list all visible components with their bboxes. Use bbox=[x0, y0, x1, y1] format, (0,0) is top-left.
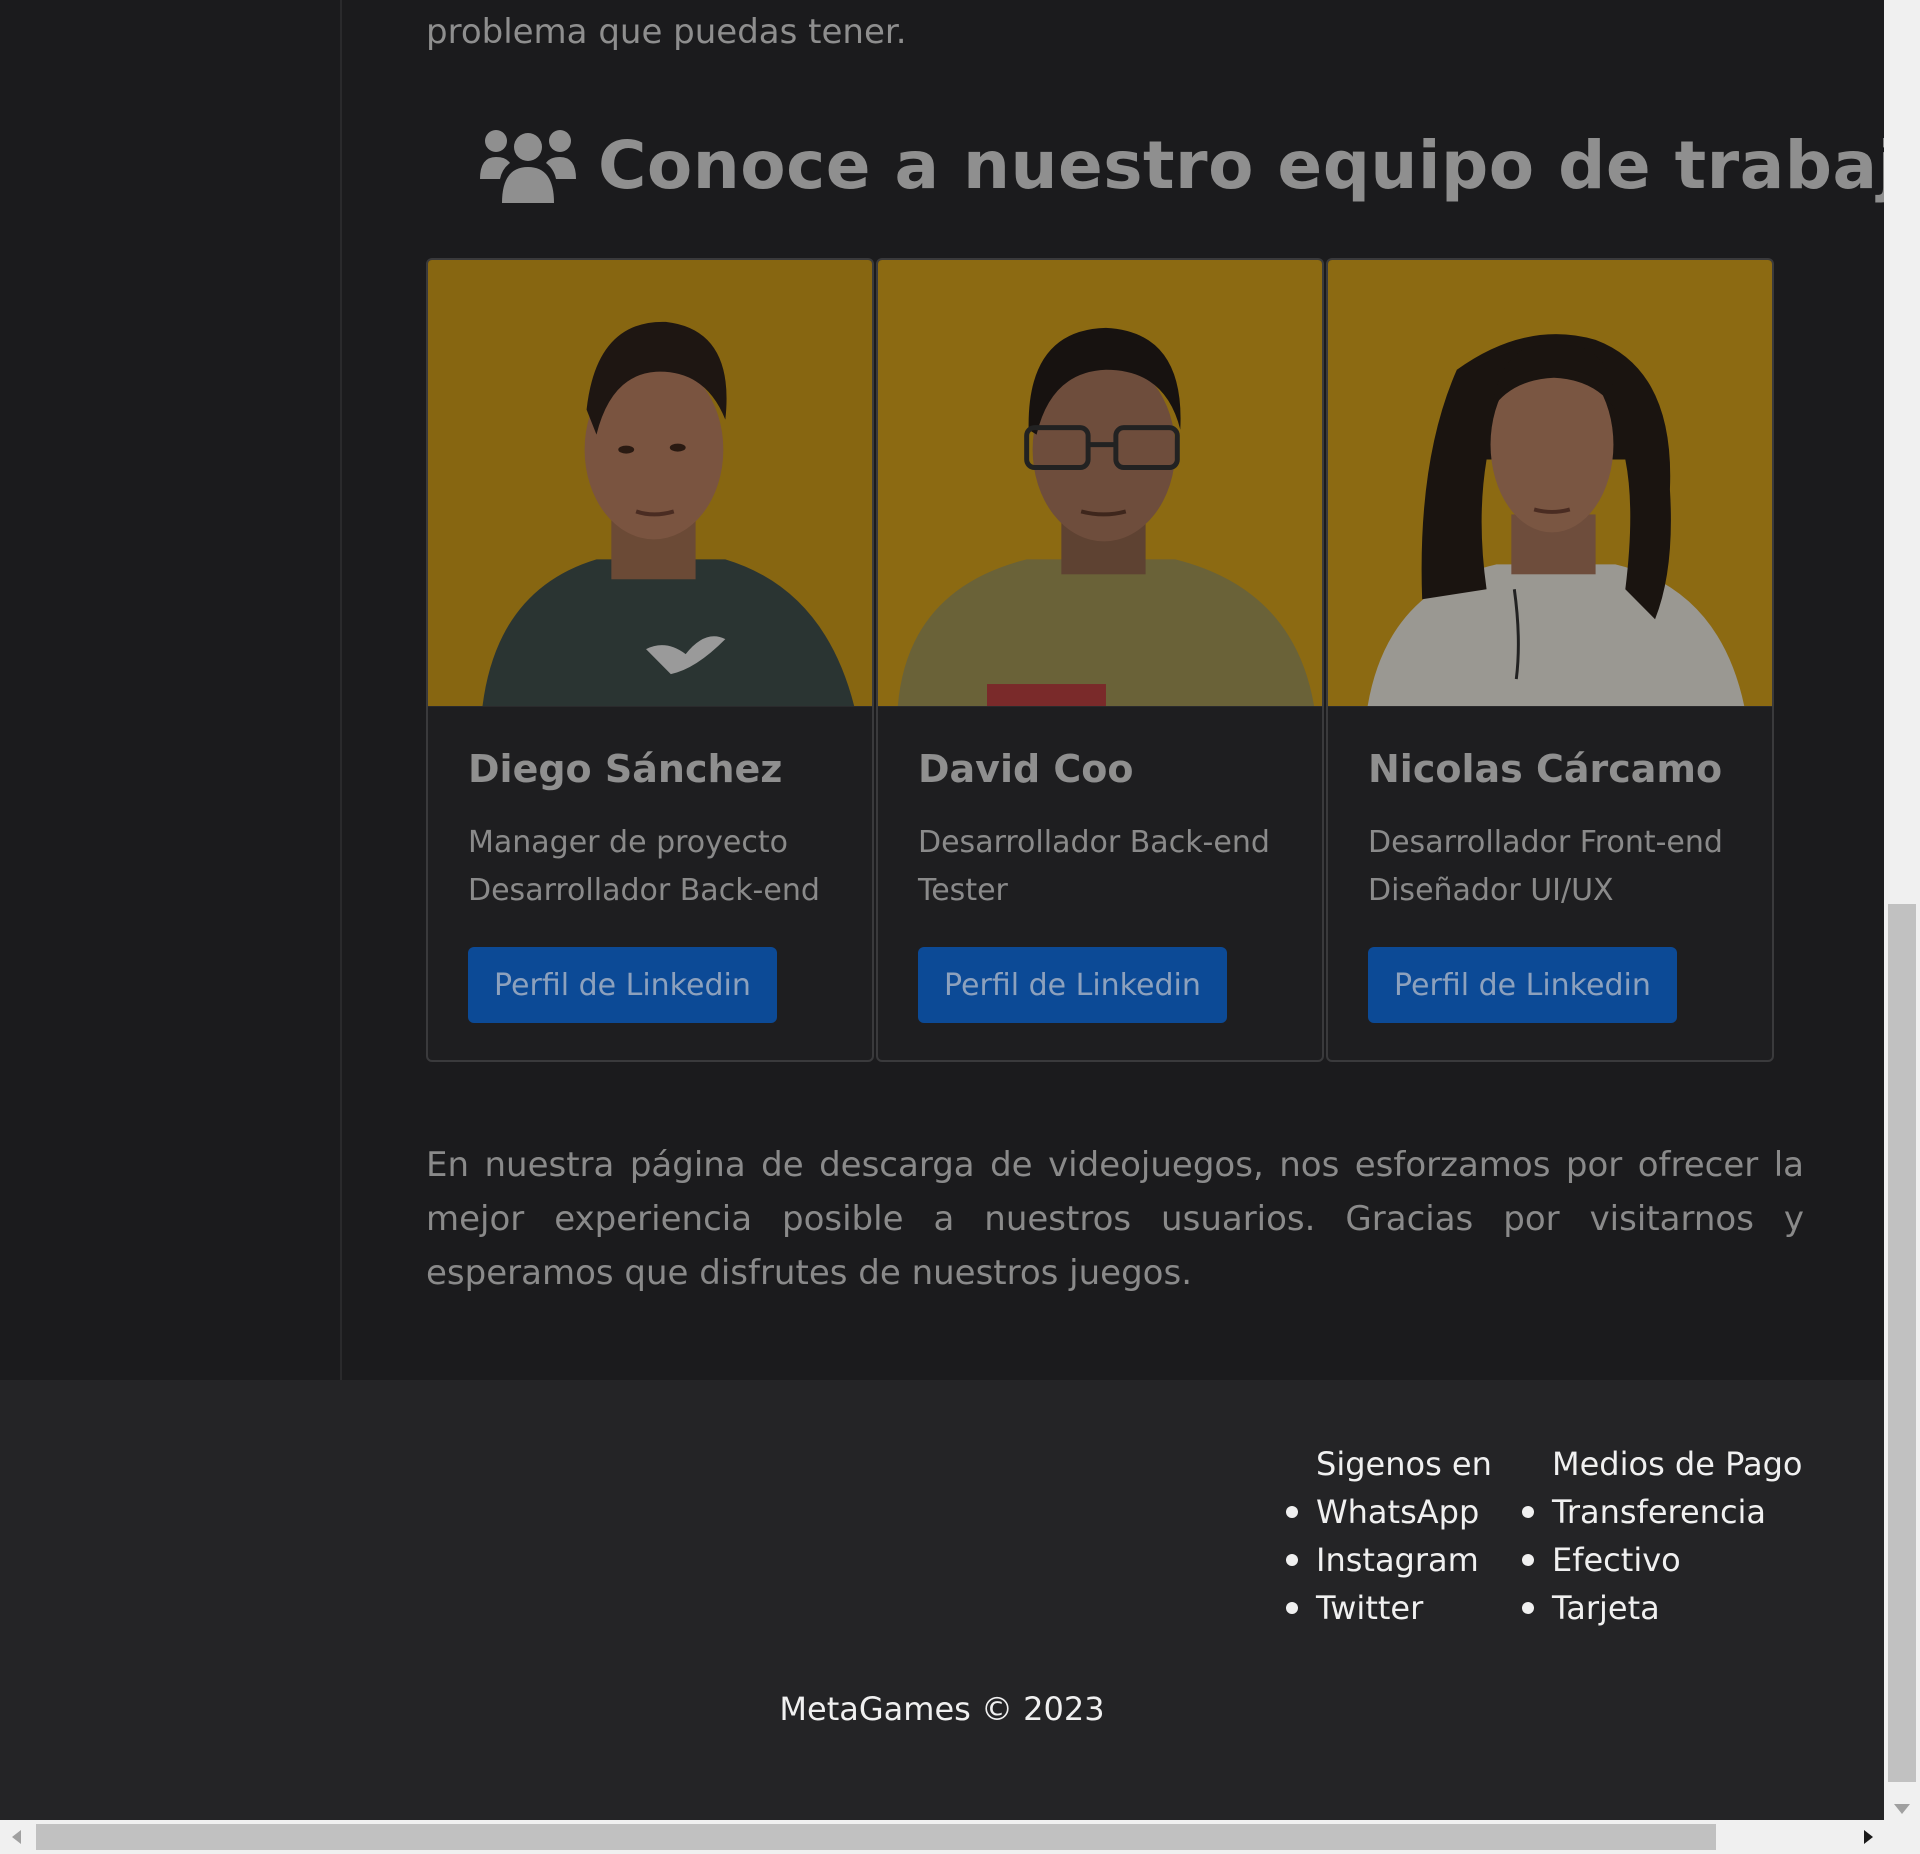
team-heading: Conoce a nuestro equipo de trabajo bbox=[478, 120, 1884, 210]
footer-link-whatsapp[interactable]: WhatsApp bbox=[1286, 1488, 1492, 1536]
team-heading-title: Conoce a nuestro equipo de trabajo bbox=[598, 126, 1884, 204]
linkedin-profile-button[interactable]: Perfil de Linkedin bbox=[1368, 947, 1677, 1023]
member-name: Nicolas Cárcamo bbox=[1368, 747, 1723, 791]
member-role-line-2: Diseñador UI/UX bbox=[1368, 873, 1614, 908]
footer-copyright: MetaGames © 2023 bbox=[779, 1690, 1105, 1728]
member-role-line-1: Desarrollador Front-end bbox=[1368, 825, 1723, 860]
linkedin-profile-button[interactable]: Perfil de Linkedin bbox=[918, 947, 1227, 1023]
member-role-line-1: Desarrollador Back-end bbox=[918, 825, 1270, 860]
horizontal-scrollbar-thumb[interactable] bbox=[36, 1824, 1716, 1850]
member-role-line-2: Desarrollador Back-end bbox=[468, 873, 820, 908]
payment-method-transfer: Transferencia bbox=[1521, 1488, 1802, 1536]
scroll-down-arrow-icon[interactable] bbox=[1894, 1804, 1910, 1814]
member-name: David Coo bbox=[918, 747, 1134, 791]
intro-paragraph-tail: problema que puedas tener. bbox=[426, 12, 907, 52]
footer-link-instagram[interactable]: Instagram bbox=[1286, 1536, 1492, 1584]
team-card-nicolas: Nicolas Cárcamo Desarrollador Front-end … bbox=[1326, 258, 1774, 1062]
vertical-scrollbar-thumb[interactable] bbox=[1888, 904, 1916, 1782]
scroll-left-arrow-icon[interactable] bbox=[12, 1830, 21, 1844]
team-card-david: David Coo Desarrollador Back-end Tester … bbox=[876, 258, 1324, 1062]
left-sidebar bbox=[0, 0, 342, 1380]
member-role-line-2: Tester bbox=[918, 873, 1008, 908]
member-role-line-1: Manager de proyecto bbox=[468, 825, 788, 860]
footer-payment-column: Medios de Pago Transferencia Efectivo Ta… bbox=[1521, 1440, 1803, 1632]
scroll-right-arrow-icon[interactable] bbox=[1864, 1830, 1873, 1844]
team-member-photo bbox=[1328, 260, 1772, 707]
users-icon bbox=[480, 130, 576, 203]
footer-social-title: Sigenos en bbox=[1316, 1445, 1492, 1483]
payment-method-card: Tarjeta bbox=[1521, 1584, 1802, 1632]
horizontal-scrollbar[interactable] bbox=[0, 1820, 1920, 1854]
footer-payment-list: Transferencia Efectivo Tarjeta bbox=[1521, 1488, 1802, 1632]
vertical-scrollbar[interactable] bbox=[1884, 0, 1920, 1820]
footer-social-column: Sigenos en WhatsApp Instagram Twitter bbox=[1286, 1440, 1492, 1632]
member-name: Diego Sánchez bbox=[468, 747, 783, 791]
footer: Sigenos en WhatsApp Instagram Twitter Me… bbox=[0, 1380, 1884, 1820]
payment-method-cash: Efectivo bbox=[1521, 1536, 1802, 1584]
team-cards: Diego Sánchez Manager de proyecto Desarr… bbox=[426, 258, 1776, 1062]
page: problema que puedas tener. Conoce a nues… bbox=[0, 0, 1884, 1820]
closing-paragraph: En nuestra página de descarga de videoju… bbox=[426, 1145, 1804, 1293]
team-member-photo bbox=[878, 260, 1322, 707]
team-card-diego: Diego Sánchez Manager de proyecto Desarr… bbox=[426, 258, 874, 1062]
footer-social-list: WhatsApp Instagram Twitter bbox=[1286, 1488, 1492, 1632]
team-member-photo bbox=[428, 260, 872, 707]
footer-link-twitter[interactable]: Twitter bbox=[1286, 1584, 1492, 1632]
footer-payment-title: Medios de Pago bbox=[1552, 1445, 1803, 1483]
linkedin-profile-button[interactable]: Perfil de Linkedin bbox=[468, 947, 777, 1023]
